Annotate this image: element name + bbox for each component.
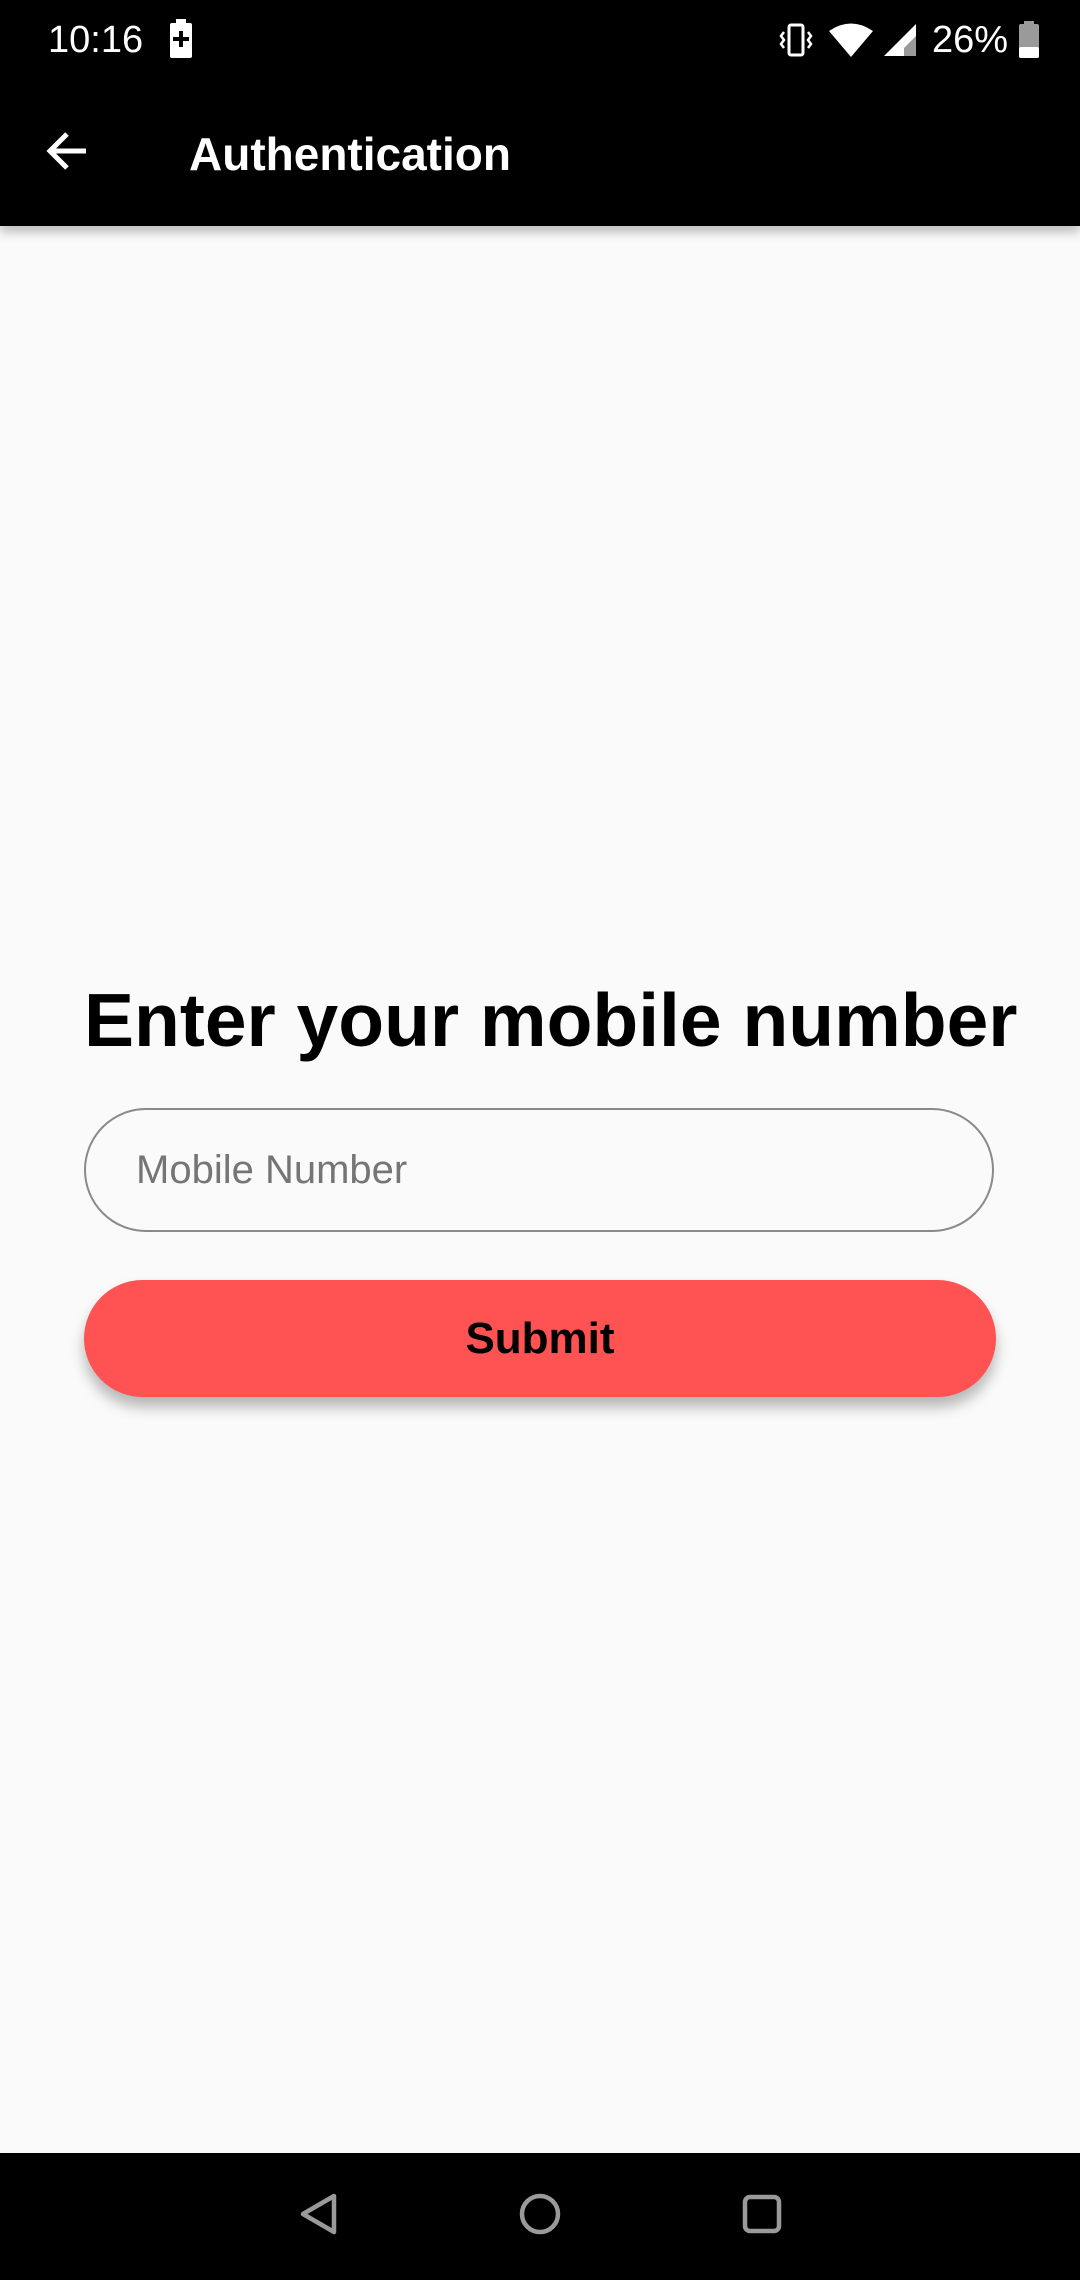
status-icons: 26% (778, 16, 1040, 64)
back-button[interactable] (34, 120, 100, 186)
nav-home-button[interactable] (505, 2181, 575, 2251)
submit-button[interactable]: Submit (84, 1280, 996, 1397)
vibrate-icon (778, 22, 814, 58)
wifi-icon (828, 22, 874, 58)
status-time: 10:16 (48, 19, 144, 61)
nav-back-button[interactable] (285, 2181, 355, 2251)
back-triangle-icon (297, 2191, 343, 2242)
battery-icon (1018, 21, 1040, 59)
cell-signal-icon (882, 22, 918, 58)
recents-square-icon (739, 2191, 785, 2242)
app-bar: Authentication (0, 80, 1080, 226)
home-circle-icon (517, 2191, 563, 2242)
battery-percent: 26% (931, 19, 1008, 61)
battery-charging-icon (168, 19, 194, 59)
page-title: Authentication (189, 128, 511, 180)
arrow-back-icon (44, 128, 90, 179)
status-bar: 10:16 26% (0, 0, 1080, 80)
mobile-number-heading: Enter your mobile number (84, 978, 1018, 1062)
nav-recents-button[interactable] (727, 2181, 797, 2251)
system-nav-bar (0, 2153, 1080, 2280)
mobile-number-input[interactable] (84, 1108, 994, 1232)
